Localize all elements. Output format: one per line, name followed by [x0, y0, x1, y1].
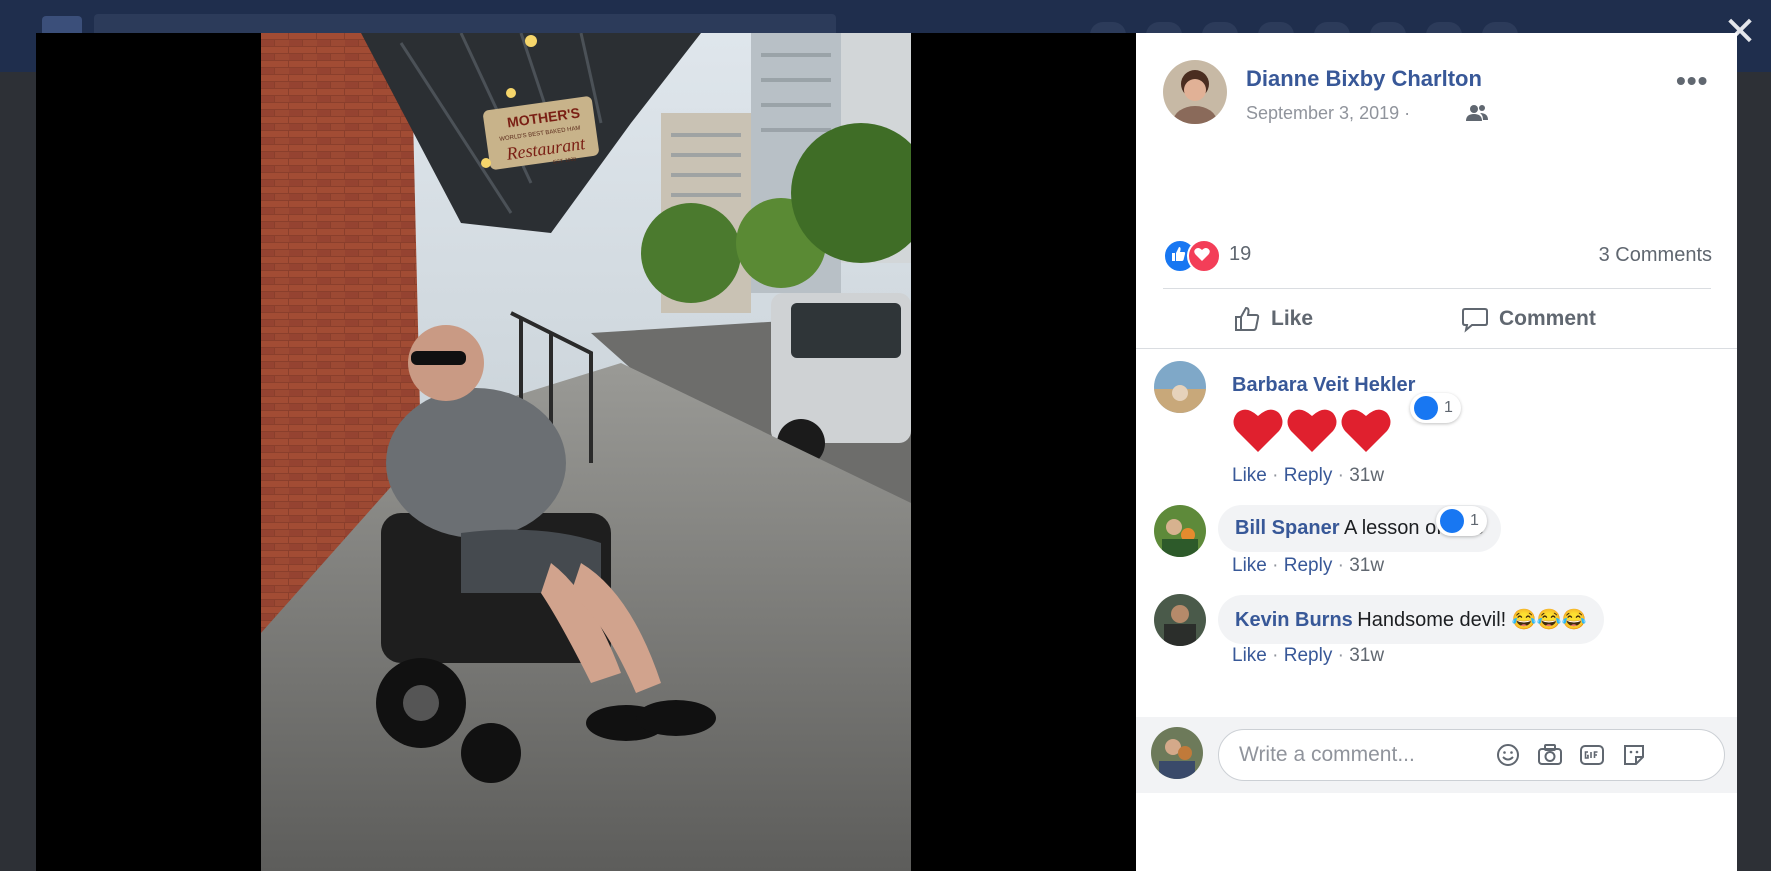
comment-actions: Like · Reply · 31w: [1232, 465, 1384, 487]
comment-emoji-hearts: ❤️❤️❤️: [1232, 404, 1392, 461]
commenter-name-link[interactable]: Bill Spaner: [1235, 517, 1339, 539]
comment-like-badge[interactable]: 1: [1410, 393, 1461, 423]
photo-scene: MOTHER'S WORLD'S BEST BAKED HAM Restaura…: [261, 33, 911, 871]
post-photo[interactable]: MOTHER'S WORLD'S BEST BAKED HAM Restaura…: [261, 33, 911, 871]
separator: ·: [1337, 555, 1344, 576]
comment-timestamp[interactable]: 31w: [1349, 465, 1384, 486]
comment-input[interactable]: [1237, 740, 1511, 770]
sticker-icon[interactable]: [1621, 742, 1647, 768]
separator: ·: [1272, 555, 1279, 576]
post-details-panel: Dianne Bixby Charlton September 3, 2019 …: [1136, 33, 1737, 871]
divider: [1163, 288, 1711, 289]
comment-timestamp[interactable]: 31w: [1349, 555, 1384, 576]
comment-emoji-text: ❤️❤️❤️: [1232, 404, 1233, 405]
comment-button[interactable]: Comment: [1461, 296, 1596, 342]
author-avatar[interactable]: [1163, 60, 1227, 124]
like-button[interactable]: Like: [1233, 296, 1313, 342]
comment-text: Handsome devil! 😂😂😂: [1357, 609, 1587, 631]
comment-reply-link[interactable]: Reply: [1284, 555, 1333, 576]
comment-like-count: 1: [1470, 512, 1479, 529]
camera-icon[interactable]: [1537, 742, 1563, 768]
commenter-name-link[interactable]: Barbara Veit Hekler: [1232, 374, 1415, 397]
comment-like-link[interactable]: Like: [1232, 555, 1267, 576]
gif-icon[interactable]: [1579, 742, 1605, 768]
post-date-text[interactable]: September 3, 2019: [1246, 103, 1399, 123]
commenter-avatar[interactable]: [1154, 361, 1206, 413]
friends-icon[interactable]: [1466, 104, 1488, 122]
comment-reply-link[interactable]: Reply: [1284, 645, 1333, 666]
like-button-label: Like: [1271, 307, 1314, 330]
comment-like-badge[interactable]: 1: [1436, 506, 1487, 536]
comment-composer: [1136, 717, 1737, 793]
comment-reply-link[interactable]: Reply: [1284, 465, 1333, 486]
comment-input-box[interactable]: [1218, 729, 1725, 781]
comment-actions: Like · Reply · 31w: [1232, 555, 1384, 577]
more-options-icon[interactable]: •••: [1676, 65, 1708, 97]
commenter-avatar[interactable]: [1154, 594, 1206, 646]
date-separator: ·: [1404, 103, 1411, 123]
separator: ·: [1272, 645, 1279, 666]
commenter-avatar[interactable]: [1154, 505, 1206, 557]
comments-count-link[interactable]: 3 Comments: [1599, 244, 1712, 267]
like-reaction-icon: [1414, 396, 1438, 420]
comment-like-link[interactable]: Like: [1232, 645, 1267, 666]
separator: ·: [1272, 465, 1279, 486]
author-avatar-image: [1163, 60, 1227, 124]
comment-like-link[interactable]: Like: [1232, 465, 1267, 486]
thumbs-up-icon: [1235, 306, 1260, 331]
like-reaction-icon: [1440, 509, 1464, 533]
separator: ·: [1337, 645, 1344, 666]
comment-timestamp[interactable]: 31w: [1349, 645, 1384, 666]
commenter-name-link[interactable]: Kevin Burns: [1235, 609, 1353, 631]
love-reaction-icon: [1187, 239, 1221, 273]
comment-icon: [1462, 308, 1488, 333]
comment-like-count: 1: [1444, 399, 1453, 416]
reaction-count: 19: [1229, 243, 1252, 265]
current-user-avatar[interactable]: [1151, 727, 1203, 779]
separator: ·: [1337, 465, 1344, 486]
comment-actions: Like · Reply · 31w: [1232, 645, 1384, 667]
post-date[interactable]: September 3, 2019 ·: [1246, 103, 1410, 124]
author-name-link[interactable]: Dianne Bixby Charlton: [1246, 66, 1482, 92]
divider: [1136, 348, 1737, 349]
comment-bubble: Kevin Burns Handsome devil! 😂😂😂: [1218, 595, 1604, 644]
comment-button-label: Comment: [1499, 307, 1596, 330]
emoji-icon[interactable]: [1495, 742, 1521, 768]
